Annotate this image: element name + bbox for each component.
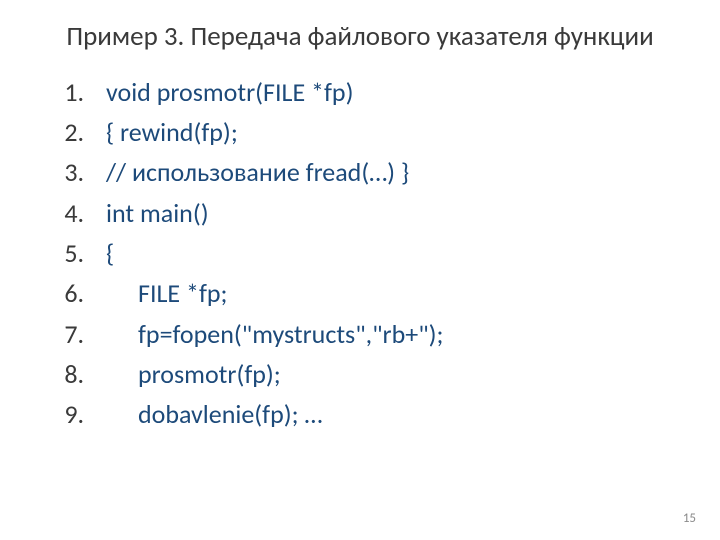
code-line: prosmotr(fp); [90, 354, 680, 394]
code-text: { [106, 237, 114, 269]
slide-title: Пример 3. Передача файлового указателя ф… [40, 20, 680, 54]
code-line: void prosmotr(FILE *fp) [90, 72, 680, 112]
code-text: { rewind(fp); [106, 116, 238, 148]
code-line: { rewind(fp); [90, 112, 680, 152]
slide: Пример 3. Передача файлового указателя ф… [0, 0, 720, 540]
code-text: // использование fread(…) } [106, 156, 409, 188]
code-text: void prosmotr(FILE *fp) [106, 76, 353, 108]
code-line: FILE *fp; [90, 273, 680, 313]
code-line: fp=fopen("mystructs","rb+"); [90, 314, 680, 354]
code-line: { [90, 233, 680, 273]
code-line: // использование fread(…) } [90, 152, 680, 192]
code-text: prosmotr(fp); [138, 358, 281, 390]
code-line: dobavlenie(fp); … [90, 394, 680, 434]
code-text: int main() [106, 197, 209, 229]
code-text: fp=fopen("mystructs","rb+"); [138, 318, 443, 350]
code-line: int main() [90, 193, 680, 233]
code-text: FILE *fp; [138, 277, 228, 309]
code-listing: void prosmotr(FILE *fp) { rewind(fp); //… [40, 72, 680, 435]
code-text: dobavlenie(fp); … [138, 398, 322, 430]
page-number: 15 [683, 511, 696, 526]
